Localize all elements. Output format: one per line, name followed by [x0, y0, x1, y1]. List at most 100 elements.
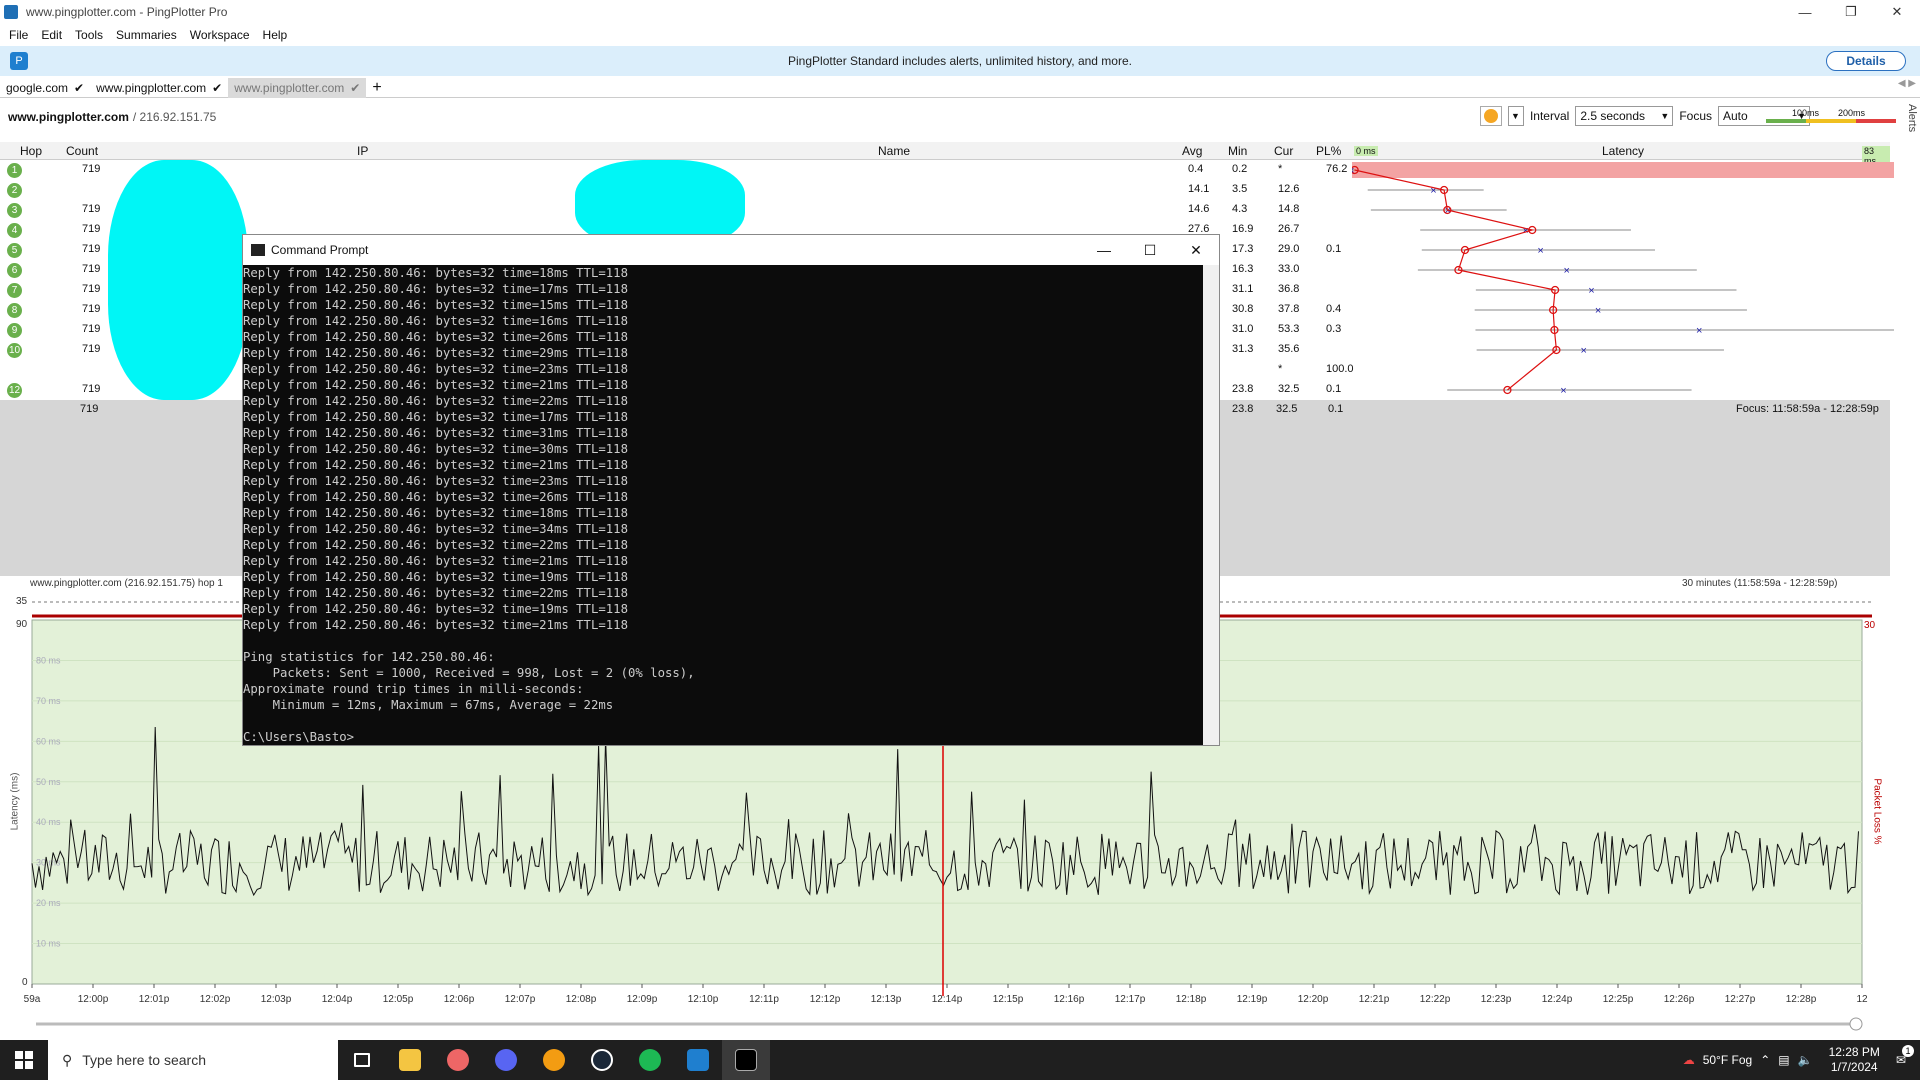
window-title: www.pingplotter.com - PingPlotter Pro — [26, 5, 228, 19]
spotify-icon[interactable] — [626, 1040, 674, 1080]
col-avg[interactable]: Avg — [1182, 144, 1202, 158]
interval-select[interactable]: 2.5 seconds ▼ — [1575, 106, 1674, 126]
menu-summaries[interactable]: Summaries — [116, 28, 177, 42]
x-tick-label: 12:26p — [1664, 994, 1695, 1005]
scrollbar-handle — [1849, 1017, 1863, 1031]
grid-avg: 14.6 — [1188, 203, 1210, 215]
clock[interactable]: 12:28 PM 1/7/2024 — [1829, 1045, 1880, 1075]
grid-label: 40 ms — [36, 817, 61, 827]
network-icon[interactable]: ▤ — [1778, 1053, 1789, 1067]
col-pl[interactable]: PL% — [1316, 144, 1341, 158]
chevron-up-icon[interactable]: ⌃ — [1760, 1053, 1770, 1067]
grid-min: 4.3 — [1232, 203, 1248, 215]
pause-dropdown[interactable]: ▼ — [1507, 106, 1524, 126]
cmd-line: Approximate round trip times in milli-se… — [243, 682, 584, 696]
col-latency[interactable]: Latency — [1602, 144, 1644, 158]
alerts-side-tab[interactable]: Alerts — [1898, 104, 1918, 144]
x-tick-label: 12:28p — [1786, 994, 1817, 1005]
x-tick-label: 12:14p — [932, 994, 963, 1005]
cmd-line: Reply from 142.250.80.46: bytes=32 time=… — [243, 426, 628, 440]
grid-count: 719 — [82, 263, 101, 275]
cmd-line: Reply from 142.250.80.46: bytes=32 time=… — [243, 410, 628, 424]
weather-text[interactable]: 50°F Fog — [1703, 1053, 1753, 1067]
grid-cur: * — [1278, 363, 1283, 375]
command-prompt-window[interactable]: Command Prompt — ☐ ✕ Reply from 142.250.… — [242, 234, 1220, 746]
menu-tools[interactable]: Tools — [75, 28, 103, 42]
grid-min: 16.3 — [1232, 263, 1254, 275]
volume-icon[interactable]: 🔈 — [1798, 1053, 1813, 1067]
col-cur[interactable]: Cur — [1274, 144, 1293, 158]
pause-button[interactable] — [1479, 106, 1502, 126]
cmd-window-controls: — ☐ ✕ — [1081, 235, 1219, 265]
grid-count: 719 — [82, 383, 101, 395]
cmd-output[interactable]: Reply from 142.250.80.46: bytes=32 time=… — [243, 265, 1219, 745]
cmd-line: Reply from 142.250.80.46: bytes=32 time=… — [243, 346, 628, 360]
col-ip[interactable]: IP — [357, 144, 368, 158]
menu-workspace[interactable]: Workspace — [190, 28, 250, 42]
minimize-icon[interactable]: — — [1782, 0, 1828, 24]
col-min[interactable]: Min — [1228, 144, 1247, 158]
minimize-icon[interactable]: — — [1081, 235, 1127, 265]
cmd-line: Reply from 142.250.80.46: bytes=32 time=… — [243, 314, 628, 328]
discord-icon[interactable] — [482, 1040, 530, 1080]
grid-min: 0.2 — [1232, 163, 1248, 175]
weather-icon[interactable]: ☁ — [1683, 1053, 1695, 1067]
tab-pingplotter-2[interactable]: www.pingplotter.com ✔ — [228, 77, 367, 98]
tab-google[interactable]: google.com ✔ — [0, 78, 90, 98]
maximize-icon[interactable]: ❐ — [1828, 0, 1874, 24]
col-hop[interactable]: Hop — [20, 144, 42, 158]
x-tick-label: 12:13p — [871, 994, 902, 1005]
cmd-line: Reply from 142.250.80.46: bytes=32 time=… — [243, 570, 628, 584]
grid-pl: 100.0 — [1326, 363, 1354, 375]
chevron-down-icon: ▼ — [1660, 111, 1670, 121]
file-explorer-icon[interactable] — [386, 1040, 434, 1080]
menu-bar: File Edit Tools Summaries Workspace Help — [0, 24, 1920, 46]
x-tick-label: 12:03p — [261, 994, 292, 1005]
add-tab-icon[interactable]: + — [372, 79, 381, 97]
target-host: www.pingplotter.com — [8, 110, 129, 124]
banner-message: PingPlotter Standard includes alerts, un… — [788, 54, 1132, 68]
search-placeholder: Type here to search — [82, 1052, 207, 1068]
cmd-line: Reply from 142.250.80.46: bytes=32 time=… — [243, 330, 628, 344]
start-button[interactable] — [0, 1040, 48, 1080]
cmd-scrollbar[interactable] — [1203, 265, 1219, 745]
tab-scroll-arrows-icon[interactable]: ◀ ▶ — [1898, 78, 1916, 89]
pingplotter-taskbar-icon[interactable] — [674, 1040, 722, 1080]
menu-edit[interactable]: Edit — [41, 28, 62, 42]
cur-marker: × — [1588, 285, 1594, 297]
maximize-icon[interactable]: ☐ — [1127, 235, 1173, 265]
cur-marker: × — [1537, 245, 1543, 257]
grid-cur: 32.5 — [1278, 383, 1300, 395]
details-button[interactable]: Details — [1826, 51, 1906, 71]
x-tick-label: 12:08p — [566, 994, 597, 1005]
grid-cur: 12.6 — [1278, 183, 1300, 195]
close-icon[interactable]: ✕ — [1173, 235, 1219, 265]
summary-count: 719 — [80, 403, 99, 415]
col-name[interactable]: Name — [878, 144, 910, 158]
browser-icon[interactable] — [530, 1040, 578, 1080]
tab-pingplotter-1[interactable]: www.pingplotter.com ✔ — [90, 78, 228, 98]
notifications-icon[interactable]: ✉ 1 — [1896, 1045, 1914, 1067]
latency-min-label: 0 ms — [1354, 146, 1378, 156]
cmd-taskbar-icon[interactable] — [722, 1040, 770, 1080]
x-tick-label: 12:10p — [688, 994, 719, 1005]
col-count[interactable]: Count — [66, 144, 98, 158]
cmd-title-bar[interactable]: Command Prompt — ☐ ✕ — [243, 235, 1219, 265]
grid-count: 719 — [82, 223, 101, 235]
menu-file[interactable]: File — [9, 28, 28, 42]
menu-help[interactable]: Help — [263, 28, 288, 42]
task-view-icon[interactable] — [338, 1040, 386, 1080]
hop-number: 8 — [7, 303, 22, 318]
cmd-line: Reply from 142.250.80.46: bytes=32 time=… — [243, 506, 628, 520]
scale-100-label: 100ms — [1792, 108, 1820, 118]
grid-cur: 26.7 — [1278, 223, 1300, 235]
close-icon[interactable]: ✕ — [1874, 0, 1920, 24]
interval-label: Interval — [1529, 109, 1570, 123]
steam-icon[interactable] — [578, 1040, 626, 1080]
grid-label: 20 ms — [36, 898, 61, 908]
taskbar-search-box[interactable]: ⚲ Type here to search — [48, 1040, 338, 1080]
grid-count: 719 — [82, 203, 101, 215]
paint-icon[interactable] — [434, 1040, 482, 1080]
grid-cur: * — [1278, 163, 1283, 175]
checkmark-icon: ✔ — [350, 80, 361, 95]
